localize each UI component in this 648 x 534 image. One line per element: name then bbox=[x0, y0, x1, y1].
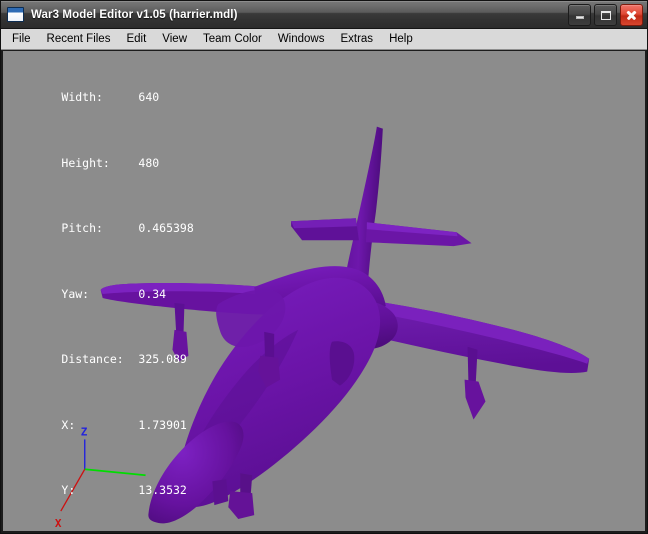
window-title: War3 Model Editor v1.05 (harrier.mdl) bbox=[31, 8, 238, 21]
application-window: War3 Model Editor v1.05 (harrier.mdl) Fi… bbox=[0, 0, 648, 534]
menu-item-help[interactable]: Help bbox=[381, 31, 421, 48]
harrier-model-render: Z X bbox=[3, 51, 645, 531]
svg-text:X: X bbox=[55, 517, 62, 530]
menu-item-recent-files[interactable]: Recent Files bbox=[39, 31, 119, 48]
menu-item-team-color[interactable]: Team Color bbox=[195, 31, 270, 48]
menu-item-extras[interactable]: Extras bbox=[332, 31, 381, 48]
menu-item-view[interactable]: View bbox=[154, 31, 195, 48]
minimize-icon bbox=[569, 5, 590, 25]
menu-item-file[interactable]: File bbox=[8, 31, 39, 48]
menu-bar: File Recent Files Edit View Team Color W… bbox=[1, 29, 647, 50]
menu-item-windows[interactable]: Windows bbox=[270, 31, 333, 48]
close-button[interactable] bbox=[620, 4, 643, 26]
close-icon bbox=[621, 5, 642, 25]
maximize-button[interactable] bbox=[594, 4, 617, 26]
window-icon bbox=[7, 7, 24, 22]
svg-text:Z: Z bbox=[81, 425, 88, 438]
menu-item-edit[interactable]: Edit bbox=[118, 31, 154, 48]
minimize-button[interactable] bbox=[568, 4, 591, 26]
title-bar[interactable]: War3 Model Editor v1.05 (harrier.mdl) bbox=[1, 1, 647, 29]
window-controls bbox=[568, 4, 643, 26]
model-viewport[interactable]: Z X Width: 640 Height: 480 Pitch: 0.465398 … bbox=[1, 50, 647, 533]
maximize-icon bbox=[595, 5, 616, 25]
model-render-canvas[interactable]: Z X bbox=[3, 51, 645, 531]
